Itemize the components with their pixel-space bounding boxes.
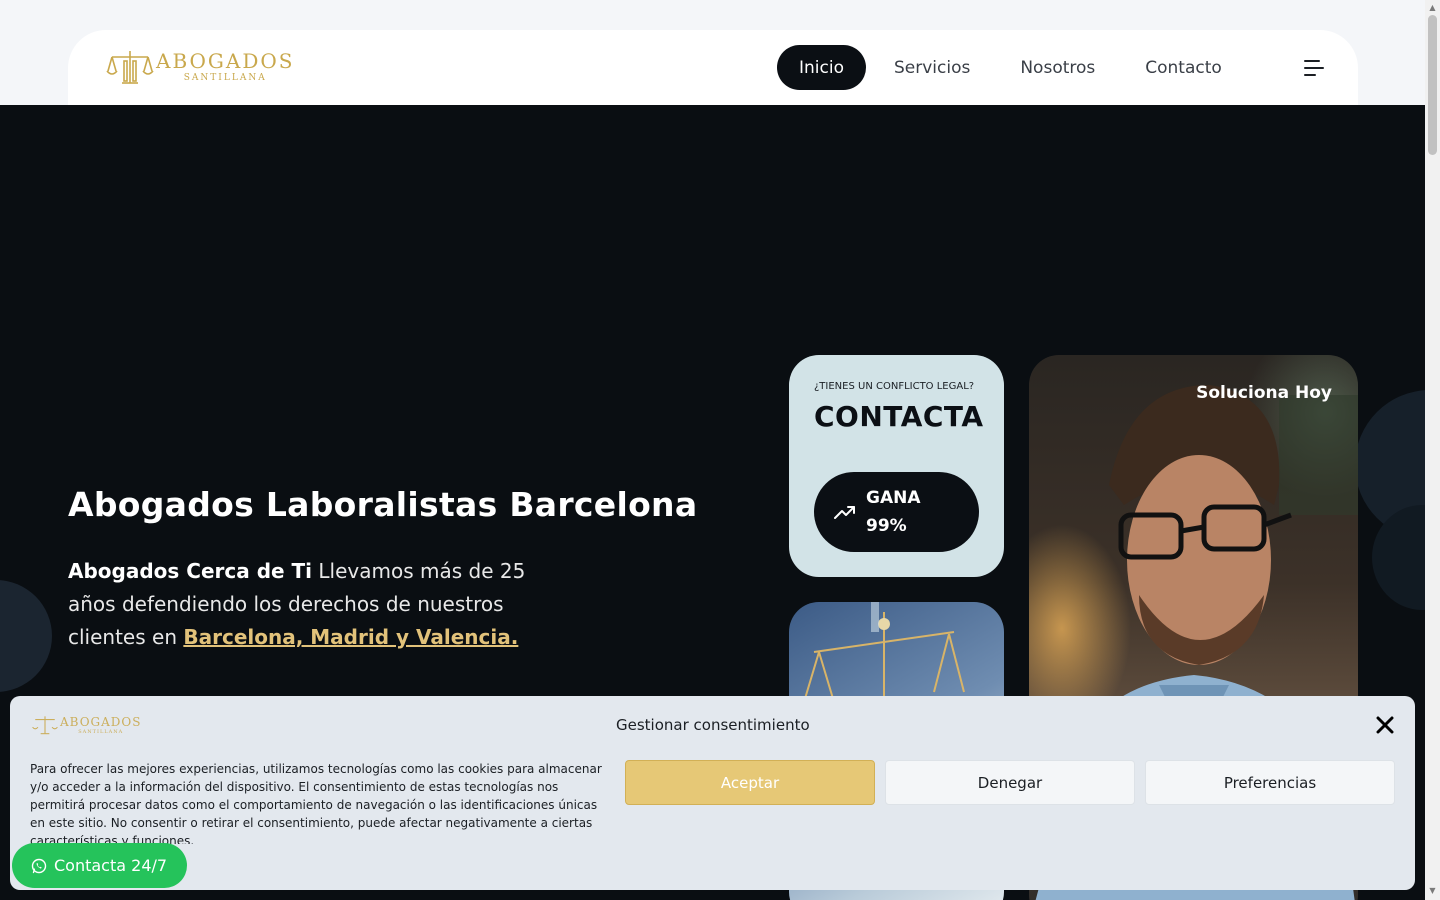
consent-logo-name: ABOGADOS: [60, 714, 142, 729]
logo-name: ABOGADOS: [156, 49, 295, 73]
preferences-button[interactable]: Preferencias: [1145, 760, 1395, 805]
hero-title: Abogados Laboralistas Barcelona: [68, 485, 698, 524]
hero-lead-bold: Abogados Cerca de Ti: [68, 559, 313, 583]
nav-item-inicio[interactable]: Inicio: [777, 45, 866, 90]
photo-card-label: Soluciona Hoy: [1196, 383, 1332, 403]
accept-button[interactable]: Aceptar: [625, 760, 875, 805]
consent-logo-subname: SANTILLANA: [78, 728, 124, 735]
contact-card: ¿TIENES UN CONFLICTO LEGAL? CONTACTA GAN…: [789, 355, 1004, 577]
nav-item-nosotros[interactable]: Nosotros: [998, 45, 1117, 90]
consent-text: Para ofrecer las mejores experiencias, u…: [30, 762, 602, 844]
hero-cities-link[interactable]: Barcelona, Madrid y Valencia.: [183, 625, 518, 649]
consent-logo: ABOGADOS SANTILLANA: [32, 714, 141, 736]
consent-title: Gestionar consentimiento: [616, 716, 810, 734]
scrollbar-thumb[interactable]: [1428, 15, 1437, 155]
hero-lead: Abogados Cerca de Ti Llevamos más de 25 …: [68, 555, 538, 654]
site-header: ABOGADOS SANTILLANA Inicio Servicios Nos…: [68, 30, 1358, 105]
whatsapp-contact-button[interactable]: Contacta 24/7: [12, 843, 188, 888]
hamburger-menu-icon[interactable]: [1304, 60, 1324, 76]
close-icon[interactable]: [1376, 716, 1394, 734]
trending-up-icon: [834, 506, 855, 519]
whatsapp-button-label: Contacta 24/7: [54, 856, 168, 875]
nav-item-contacto[interactable]: Contacto: [1123, 45, 1244, 90]
deny-button[interactable]: Denegar: [885, 760, 1135, 805]
nav-item-servicios[interactable]: Servicios: [872, 45, 992, 90]
contact-card-title: CONTACTA: [814, 400, 984, 433]
decorative-circle: [0, 580, 52, 692]
scales-logo-icon: [32, 716, 58, 735]
gana-button-label: GANA 99%: [866, 488, 921, 536]
cookie-consent-banner: ABOGADOS SANTILLANA Gestionar consentimi…: [10, 696, 1415, 890]
site-logo[interactable]: ABOGADOS SANTILLANA: [106, 47, 294, 87]
scroll-up-arrow-icon[interactable]: ▲: [1428, 3, 1437, 13]
page-scrollbar[interactable]: ▲ ▼: [1425, 0, 1440, 900]
gana-button[interactable]: GANA 99%: [814, 472, 979, 552]
scales-logo-icon: [106, 51, 154, 84]
scroll-down-arrow-icon[interactable]: ▼: [1428, 886, 1437, 896]
contact-card-eyebrow: ¿TIENES UN CONFLICTO LEGAL?: [814, 381, 975, 392]
main-nav: Inicio Servicios Nosotros Contacto: [777, 45, 1244, 90]
whatsapp-icon: [31, 858, 47, 873]
logo-subname: SANTILLANA: [183, 73, 267, 83]
